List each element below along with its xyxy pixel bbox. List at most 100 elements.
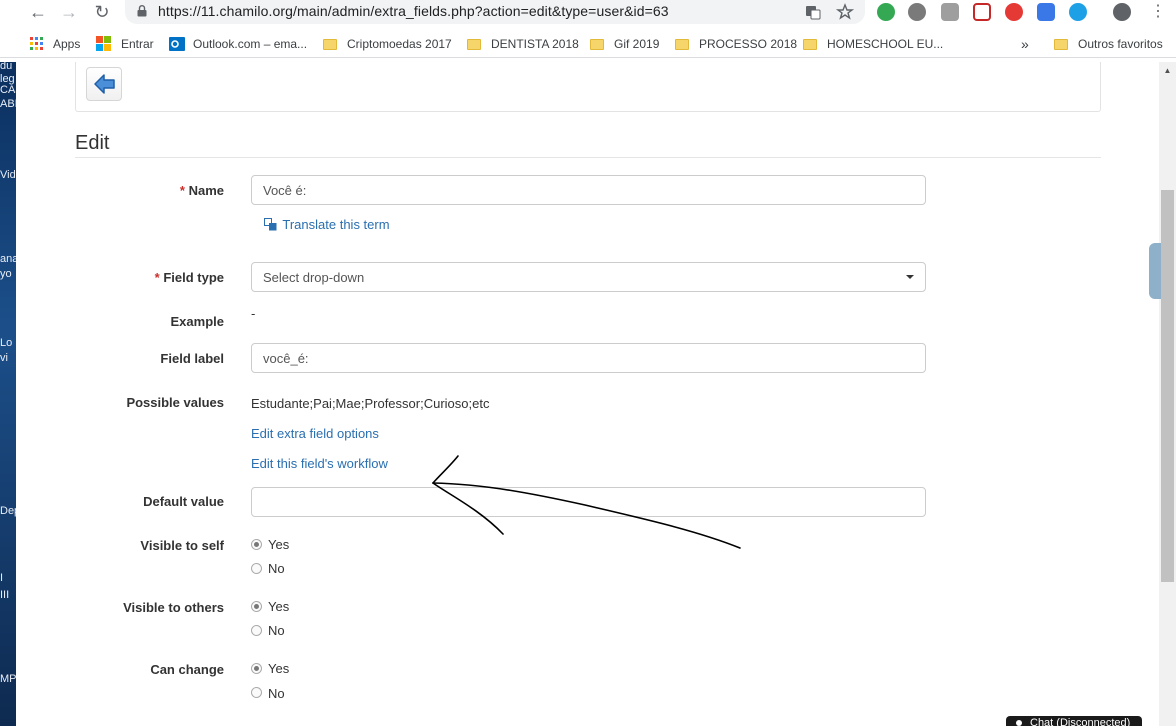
desktop-text: vi [0, 352, 8, 364]
bookmarks-bar: Apps Entrar Outlook.com – ema... Criptom… [0, 30, 1176, 58]
calendar-extension-icon[interactable] [973, 3, 991, 21]
desktop-text: MP [0, 673, 16, 685]
can-change-yes-radio[interactable] [251, 663, 262, 674]
edit-extra-field-options-link[interactable]: Edit extra field options [251, 426, 379, 441]
visible-to-self-yes-radio[interactable] [251, 539, 262, 550]
scrollbar-thumb[interactable] [1161, 190, 1174, 582]
possible-values-label: Possible values [126, 395, 224, 410]
bookmark-outlook[interactable]: Outlook.com – ema... [169, 34, 307, 54]
desktop-text: Vid [0, 169, 16, 181]
film-extension-icon[interactable] [908, 3, 926, 21]
chat-label: Chat (Disconnected) [1030, 717, 1131, 726]
bookmark-label: Apps [53, 37, 81, 51]
lock-icon [137, 5, 147, 17]
folder-icon [675, 38, 689, 50]
back-arrow-icon [94, 74, 115, 94]
bookmark-label: Criptomoedas 2017 [347, 37, 452, 51]
desktop-text: I [0, 572, 4, 584]
visible-to-self-no-radio[interactable] [251, 563, 262, 574]
desktop-text: CAS [0, 84, 16, 96]
example-label: Example [170, 314, 224, 329]
side-drawer-tab[interactable] [1149, 243, 1161, 299]
reload-icon[interactable]: ↻ [90, 0, 114, 24]
required-mark: * [154, 270, 160, 285]
camera-extension-icon[interactable] [941, 3, 959, 21]
bookmark-folder[interactable]: DENTISTA 2018 [467, 34, 579, 54]
bookmark-entrar[interactable]: Entrar [96, 34, 154, 54]
example-value: - [251, 306, 256, 321]
edit-field-workflow-link[interactable]: Edit this field's workflow [251, 456, 388, 471]
desktop-text: ABI [0, 98, 16, 110]
desktop-text: III [0, 589, 10, 601]
visible-to-others-yes-radio[interactable] [251, 601, 262, 612]
windows-logo-icon [96, 36, 111, 51]
required-mark: * [179, 183, 185, 198]
visible-to-self-label: Visible to self [140, 538, 224, 553]
forward-arrow-icon[interactable]: → [57, 0, 81, 24]
folder-icon [467, 38, 481, 50]
field-label-input[interactable]: você_é: [251, 343, 926, 373]
bookmark-folder[interactable]: Gif 2019 [590, 34, 659, 54]
more-bookmarks-chevron-icon[interactable]: » [1021, 34, 1029, 54]
hand-drawn-arrow-annotation [432, 455, 741, 549]
desktop-text: du [0, 62, 13, 72]
bookmark-other-favorites[interactable]: Outros favoritos [1054, 34, 1163, 54]
caret-down-icon [906, 275, 914, 279]
can-change-no-radio[interactable] [251, 687, 262, 698]
desktop-text: Lo [0, 337, 13, 349]
can-change-yes-label[interactable]: Yes [268, 661, 289, 676]
chat-status-dot-icon [1016, 720, 1022, 726]
check-extension-icon[interactable] [877, 3, 895, 21]
name-label: * Name [100, 183, 224, 198]
visible-to-others-no-label[interactable]: No [268, 623, 285, 638]
visible-to-others-label: Visible to others [123, 600, 224, 615]
action-toolbar [75, 62, 1101, 112]
visible-to-self-no-label[interactable]: No [268, 561, 285, 576]
field-type-label-text: Field type [163, 270, 224, 285]
url-text: https://11.chamilo.org/main/admin/extra_… [158, 3, 669, 19]
bookmark-label: Gif 2019 [614, 37, 660, 51]
bookmark-folder[interactable]: Criptomoedas 2017 [323, 34, 452, 54]
apps-grid-icon [30, 37, 43, 50]
browser-toolbar: ← → ↻ https://11.chamilo.org/main/admin/… [0, 0, 1176, 26]
bookmark-apps[interactable]: Apps [30, 34, 80, 54]
can-change-no-label[interactable]: No [268, 686, 285, 701]
profile-avatar-icon[interactable] [1113, 3, 1131, 21]
chat-tab[interactable]: Chat (Disconnected) [1006, 716, 1142, 726]
outlook-logo-icon [169, 37, 185, 51]
desktop-text: ana [0, 253, 16, 265]
folder-icon [803, 38, 817, 50]
menu-dots-icon[interactable]: ⋮ [1146, 0, 1170, 24]
bookmark-folder[interactable]: HOMESCHOOL EU... [803, 34, 943, 54]
translate-term-link[interactable]: Translate this term [264, 217, 390, 232]
visible-to-others-yes-label[interactable]: Yes [268, 599, 289, 614]
field-type-select[interactable]: Select drop-down [251, 262, 926, 292]
possible-values-text: Estudante;Pai;Mae;Professor;Curioso;etc [251, 396, 490, 411]
desktop-text: Dep [0, 505, 16, 517]
visible-to-self-yes-label[interactable]: Yes [268, 537, 289, 552]
folder-icon [323, 38, 337, 50]
bookmark-label: HOMESCHOOL EU... [827, 37, 944, 51]
bookmark-extension-icon[interactable] [1037, 3, 1055, 21]
can-change-label: Can change [150, 662, 224, 677]
back-button[interactable] [86, 67, 122, 101]
bookmark-label: Outros favoritos [1078, 37, 1163, 51]
bookmark-folder[interactable]: PROCESSO 2018 [675, 34, 797, 54]
translate-page-icon[interactable] [803, 2, 823, 22]
bookmark-label: Entrar [121, 37, 154, 51]
address-bar[interactable]: https://11.chamilo.org/main/admin/extra_… [125, 0, 865, 24]
bookmark-label: PROCESSO 2018 [699, 37, 798, 51]
back-arrow-icon[interactable]: ← [26, 0, 50, 24]
star-icon[interactable] [835, 2, 855, 22]
desktop-background-strip: du leg CAS ABI Vid ana yo Lo vi Dep I II… [0, 62, 16, 726]
stop-extension-icon[interactable] [1005, 3, 1023, 21]
translate-icon [264, 218, 277, 231]
name-input[interactable]: Você é: [251, 175, 926, 205]
desktop-text: yo [0, 268, 12, 280]
folder-icon [590, 38, 604, 50]
scroll-up-arrow-icon[interactable]: ▲ [1159, 62, 1176, 79]
title-divider [75, 157, 1101, 158]
visible-to-others-no-radio[interactable] [251, 625, 262, 636]
shield-extension-icon[interactable] [1069, 3, 1087, 21]
name-label-text: Name [188, 183, 224, 198]
